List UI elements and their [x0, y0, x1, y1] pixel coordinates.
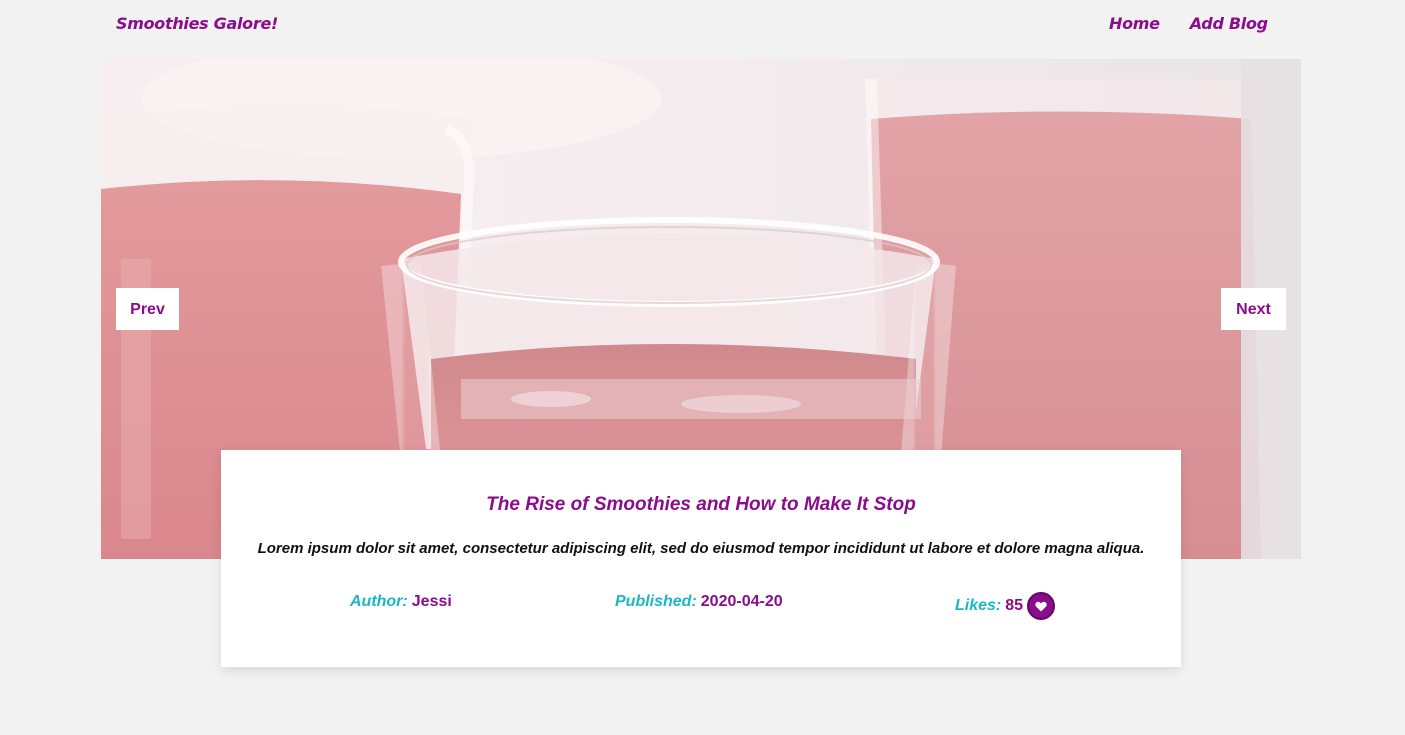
page: Smoothies Galore! Home Add Blog Prev Nex…	[0, 0, 1405, 735]
nav-home-link[interactable]: Home	[1109, 14, 1160, 33]
heart-icon	[1035, 601, 1047, 611]
nav-add-blog-link[interactable]: Add Blog	[1190, 14, 1268, 33]
author-value: Jessi	[411, 593, 452, 610]
likes-meta: Likes: 85	[955, 592, 1056, 620]
author-label: Author:	[350, 593, 408, 610]
next-button[interactable]: Next	[1221, 288, 1286, 330]
blog-card: The Rise of Smoothies and How to Make It…	[221, 450, 1181, 667]
likes-label: Likes:	[955, 597, 1002, 614]
published-value: 2020-04-20	[700, 593, 783, 610]
like-button[interactable]	[1027, 592, 1056, 620]
likes-count: 85	[1005, 597, 1024, 614]
prev-button[interactable]: Prev	[116, 288, 179, 330]
brand-logo[interactable]: Smoothies Galore!	[116, 14, 278, 33]
published-label: Published:	[615, 593, 697, 610]
published-meta: Published: 2020-04-20	[615, 593, 783, 611]
blog-title[interactable]: The Rise of Smoothies and How to Make It…	[221, 494, 1181, 516]
blog-excerpt: Lorem ipsum dolor sit amet, consectetur …	[257, 540, 1145, 557]
author-meta: Author: Jessi	[350, 593, 452, 611]
main-nav: Home Add Blog	[1109, 14, 1268, 33]
